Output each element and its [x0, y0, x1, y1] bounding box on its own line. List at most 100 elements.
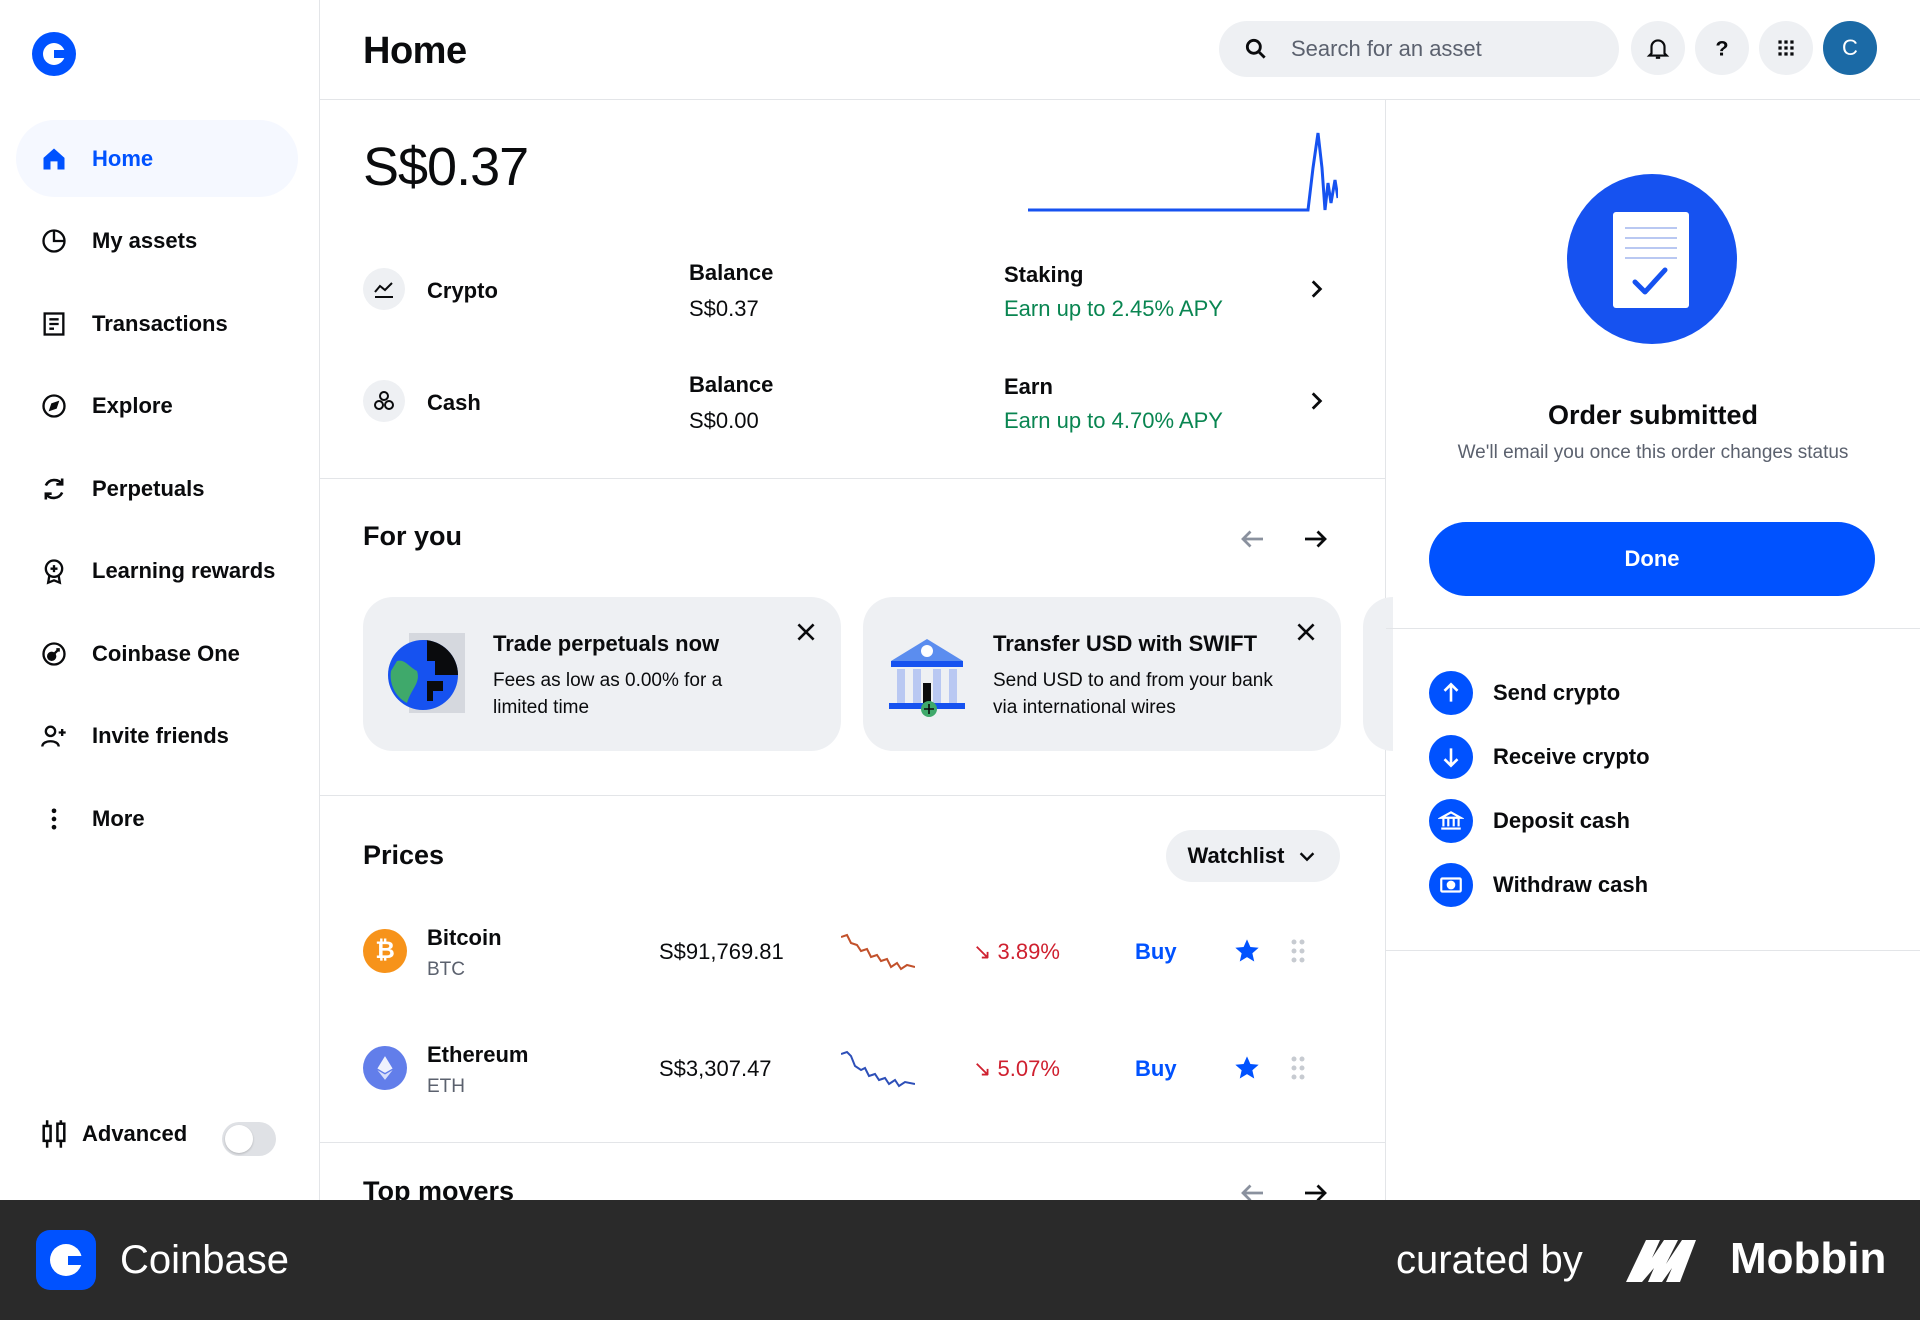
chevron-right-icon[interactable] [1303, 276, 1329, 302]
for-you-pager [1238, 524, 1330, 554]
main-content: S$0.37 Crypto Balance S$0.37 Staking Ear… [320, 100, 1393, 1200]
sidebar: Home My assets Transactions Explore Perp… [0, 0, 320, 1200]
action-label: Receive crypto [1493, 744, 1650, 769]
avatar[interactable]: C [1823, 21, 1877, 75]
footer-brand: Coinbase [120, 1238, 290, 1282]
notifications-button[interactable] [1631, 21, 1685, 75]
refresh-icon [40, 475, 68, 503]
page-title: Home [363, 30, 467, 72]
arrow-left-icon[interactable] [1238, 1178, 1268, 1200]
search-icon [1245, 38, 1266, 59]
asset-price: S$91,769.81 [659, 939, 784, 964]
bell-icon [1646, 39, 1670, 59]
arrow-left-icon[interactable] [1238, 524, 1268, 554]
top-movers-title: Top movers [363, 1176, 515, 1200]
receipt-icon [40, 310, 68, 338]
sidebar-item-label: Home [92, 145, 154, 171]
sidebar-nav: Home My assets Transactions Explore Perp… [16, 120, 298, 863]
sidebar-item-perpetuals[interactable]: Perpetuals [16, 450, 298, 527]
sidebar-item-label: Explore [92, 393, 173, 418]
more-vertical-icon [40, 805, 68, 833]
promo-card-perpetuals[interactable]: Trade perpetuals now Fees as low as 0.00… [363, 597, 841, 751]
bitcoin-sparkline [841, 933, 915, 971]
watchlist-label: Watchlist [1187, 843, 1285, 868]
done-button[interactable]: Done [1429, 522, 1875, 596]
receive-crypto-action[interactable]: Receive crypto [1429, 735, 1650, 779]
search-input[interactable] [1291, 36, 1591, 62]
staking-apy: Earn up to 2.45% APY [1004, 296, 1223, 321]
asset-price: S$3,307.47 [659, 1056, 772, 1081]
grid-icon [1778, 40, 1794, 56]
advanced-toggle[interactable] [222, 1122, 276, 1156]
ethereum-icon [363, 1046, 407, 1090]
order-success-illustration [1567, 174, 1737, 344]
promo-card-swift[interactable]: Transfer USD with SWIFT Send USD to and … [863, 597, 1341, 751]
close-icon[interactable] [793, 619, 819, 645]
drag-handle-icon[interactable] [1288, 1054, 1308, 1082]
svg-text:?: ? [1715, 36, 1728, 61]
ethereum-sparkline [841, 1050, 915, 1088]
bitcoin-icon: ₿ [363, 929, 407, 973]
sidebar-item-label: Coinbase One [92, 640, 240, 666]
sidebar-item-more[interactable]: More [16, 780, 298, 857]
candlestick-icon [42, 1120, 66, 1148]
coinbase-logo[interactable] [32, 32, 76, 76]
chevron-down-icon [1300, 852, 1315, 862]
search-bar[interactable] [1219, 21, 1619, 77]
asset-name: Bitcoin [427, 925, 502, 950]
arrow-right-icon[interactable] [1300, 524, 1330, 554]
coinbase-logo [36, 1230, 96, 1290]
advanced-mode: Advanced [40, 1118, 187, 1150]
chart-line-icon [363, 268, 405, 310]
send-crypto-action[interactable]: Send crypto [1429, 671, 1620, 715]
buy-button[interactable]: Buy [1135, 1056, 1177, 1082]
sidebar-item-label: My assets [92, 228, 198, 253]
sidebar-item-label: Invite friends [92, 723, 229, 748]
promo-card-desc: Fees as low as 0.00% for a limited time [493, 670, 723, 718]
asset-change: ↘ 3.89% [973, 939, 1060, 964]
sidebar-item-learning-rewards[interactable]: Learning rewards [16, 533, 298, 610]
apps-button[interactable] [1759, 21, 1813, 75]
curated-by-label: curated by [1396, 1238, 1583, 1282]
sidebar-item-invite-friends[interactable]: Invite friends [16, 698, 298, 775]
star-icon[interactable] [1233, 937, 1261, 965]
sidebar-item-my-assets[interactable]: My assets [16, 203, 298, 280]
promo-card-desc: Send USD to and from your bank via inter… [993, 670, 1273, 718]
sidebar-item-coinbase-one[interactable]: Coinbase One [16, 615, 298, 692]
crypto-row[interactable]: Crypto Balance S$0.37 Staking Earn up to… [363, 260, 1343, 321]
mobbin-logo-icon [1626, 1240, 1696, 1282]
cash-row[interactable]: Cash Balance S$0.00 Earn Earn up to 4.70… [363, 372, 1343, 433]
arrow-right-icon[interactable] [1300, 1178, 1330, 1200]
cash-label: Cash [427, 390, 481, 415]
withdraw-cash-action[interactable]: Withdraw cash [1429, 863, 1648, 907]
deposit-cash-action[interactable]: Deposit cash [1429, 799, 1630, 843]
close-icon[interactable] [1293, 619, 1319, 645]
bank-illustration-icon [889, 639, 965, 717]
sidebar-item-home[interactable]: Home [16, 120, 298, 197]
globe-illustration-icon [388, 633, 465, 713]
order-title: Order submitted [1547, 400, 1759, 430]
watchlist-dropdown[interactable]: Watchlist [1166, 830, 1340, 882]
buy-button[interactable]: Buy [1135, 939, 1177, 965]
earn-label: Earn [1004, 374, 1053, 399]
price-row-bitcoin[interactable]: ₿ Bitcoin BTC S$91,769.81 ↘ 3.89% Buy [363, 915, 1343, 995]
chevron-right-icon[interactable] [1303, 388, 1329, 414]
home-icon [40, 145, 68, 173]
sidebar-item-label: Learning rewards [92, 558, 276, 583]
cash-balance-label: Balance [689, 372, 774, 397]
drag-handle-icon[interactable] [1288, 937, 1308, 965]
prices-title: Prices [363, 840, 445, 870]
arrow-up-icon [1429, 671, 1473, 715]
sidebar-item-explore[interactable]: Explore [16, 368, 298, 445]
help-button[interactable]: ? [1695, 21, 1749, 75]
badge-icon [40, 557, 68, 585]
asset-name: Ethereum [427, 1042, 529, 1067]
footer-curator: Mobbin [1730, 1234, 1887, 1283]
star-icon[interactable] [1233, 1054, 1261, 1082]
sidebar-item-transactions[interactable]: Transactions [16, 285, 298, 362]
divider [320, 795, 1386, 796]
coinbase-one-icon [40, 640, 68, 668]
earn-apy: Earn up to 4.70% APY [1004, 408, 1223, 433]
asset-symbol: BTC [427, 959, 465, 980]
price-row-ethereum[interactable]: Ethereum ETH S$3,307.47 ↘ 5.07% Buy [363, 1032, 1343, 1112]
